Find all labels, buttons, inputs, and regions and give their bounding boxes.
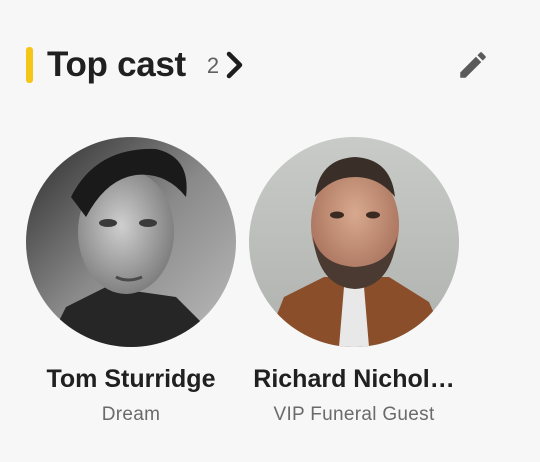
chevron-right-icon[interactable] <box>225 50 245 80</box>
cast-card[interactable]: Tom Sturridge Dream <box>25 137 237 426</box>
cast-card[interactable]: Richard Nichol… VIP Funeral Guest <box>248 137 460 426</box>
cast-role: Dream <box>101 404 161 425</box>
cast-photo[interactable] <box>26 137 236 347</box>
accent-bar <box>26 47 33 83</box>
edit-button[interactable] <box>456 48 490 82</box>
cast-photo[interactable] <box>249 137 459 347</box>
cast-name[interactable]: Richard Nichol… <box>248 365 460 394</box>
section-title: Top cast <box>47 45 186 84</box>
cast-count: 2 <box>206 53 220 78</box>
top-cast-section: Top cast 2 Tom Sturridge Dream Richard N… <box>0 0 540 462</box>
section-header: Top cast 2 <box>26 44 245 86</box>
pencil-icon <box>456 52 490 86</box>
cast-role: VIP Funeral Guest <box>273 404 435 425</box>
cast-name[interactable]: Tom Sturridge <box>25 365 237 394</box>
